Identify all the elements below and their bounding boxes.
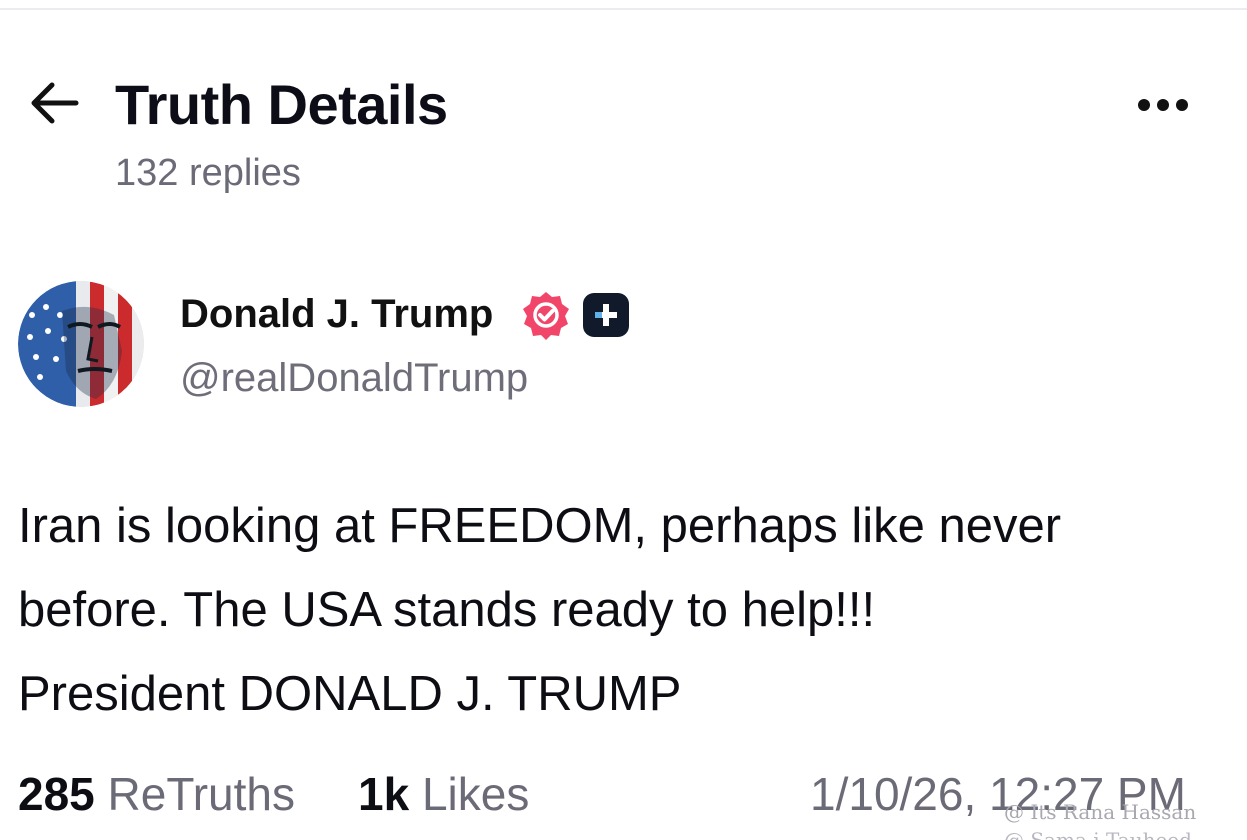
more-horizontal-icon (1138, 99, 1150, 111)
watermark-text: @ Its Rana Hassan (1004, 800, 1197, 824)
likes-label: Likes (421, 768, 530, 820)
reply-count: 132 replies (115, 152, 301, 194)
more-dot (1176, 99, 1188, 111)
retruths-count: 285 (18, 768, 95, 820)
likes-count: 1k (358, 768, 410, 820)
likes-stat[interactable]: 1k Likes (358, 767, 529, 821)
post-body: Iran is looking at FREEDOM, perhaps like… (18, 484, 1233, 736)
arrow-left-icon (31, 82, 79, 124)
back-button[interactable] (26, 78, 82, 128)
plus-glyph-icon (595, 304, 617, 326)
more-options-button[interactable] (1128, 88, 1198, 122)
top-divider (0, 8, 1247, 10)
retruths-label: ReTruths (107, 768, 295, 820)
post-text-line: Iran is looking at FREEDOM, perhaps like… (18, 499, 1062, 553)
author-handle[interactable]: @realDonaldTrump (180, 356, 528, 401)
plus-badge-icon (583, 293, 629, 337)
more-dot (1157, 99, 1169, 111)
watermark-text-secondary: @ Sama i Tauheed (1004, 828, 1192, 840)
author-avatar[interactable] (18, 281, 144, 407)
retruths-stat[interactable]: 285 ReTruths (18, 767, 295, 821)
verified-badge-icon (523, 292, 569, 340)
post-text-line: before. The USA stands ready to help!!! (18, 583, 876, 637)
avatar-image (18, 281, 144, 407)
page-header: Truth Details 132 replies (0, 60, 1247, 194)
page-title: Truth Details (115, 73, 448, 136)
post-text-line: President DONALD J. TRUMP (18, 667, 682, 721)
author-name[interactable]: Donald J. Trump (180, 292, 493, 337)
